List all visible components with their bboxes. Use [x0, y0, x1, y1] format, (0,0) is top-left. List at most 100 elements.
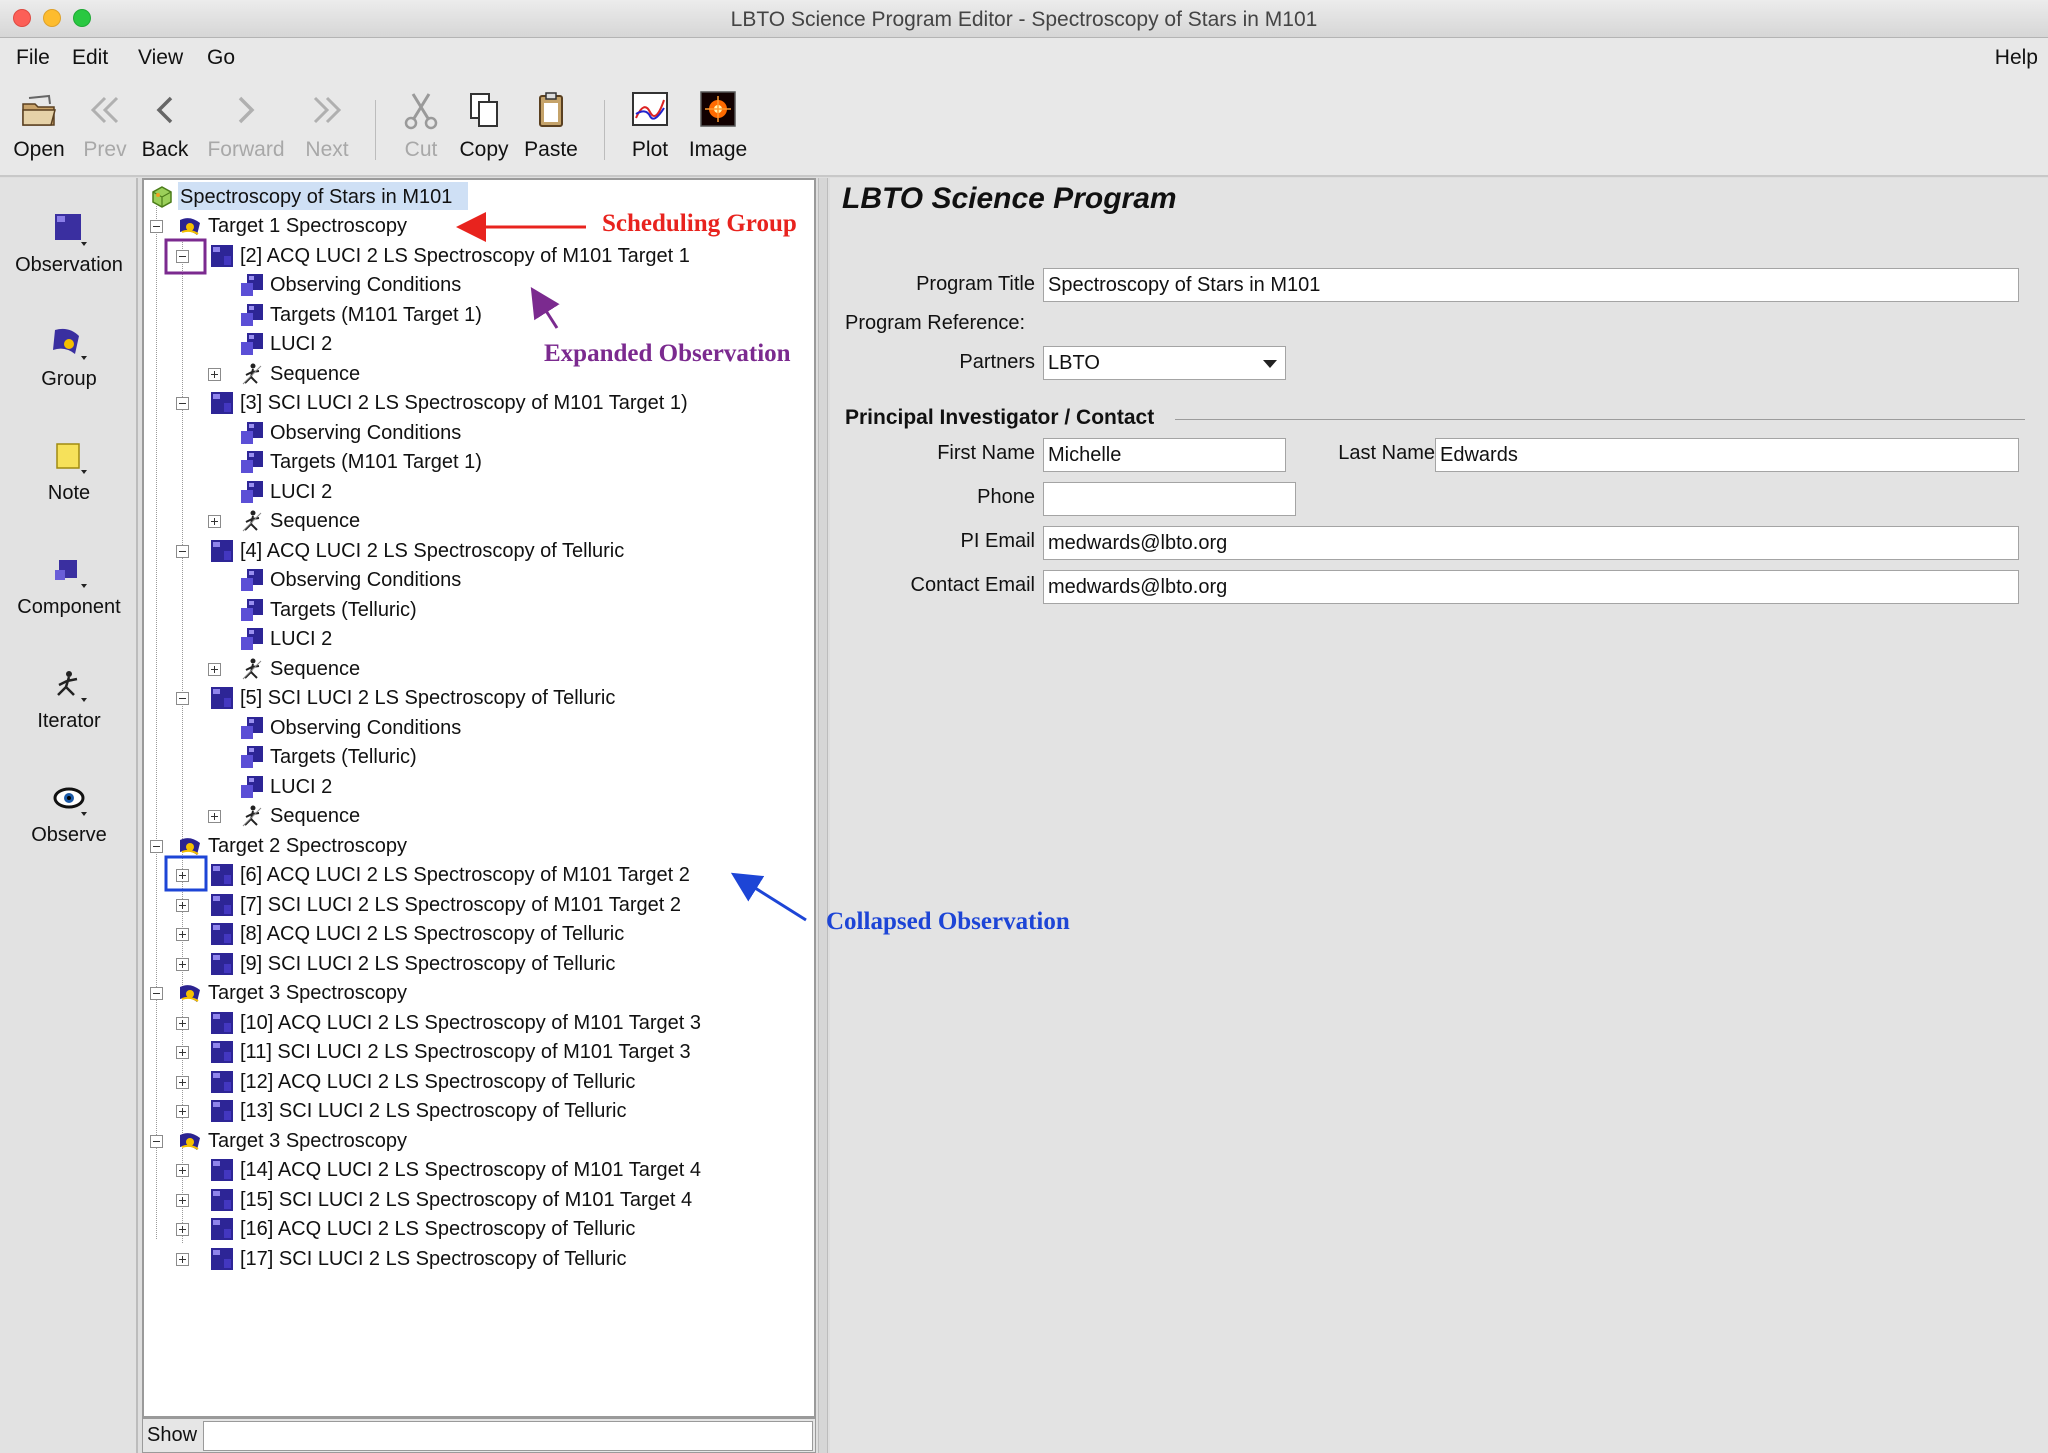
tree-comp-row[interactable]: Targets (M101 Target 1) [144, 447, 814, 477]
collapse-toggle-icon[interactable] [150, 987, 163, 1000]
collapse-toggle-icon[interactable] [176, 397, 189, 410]
tree-seq-row[interactable]: Sequence [144, 801, 814, 831]
tree-comp-row[interactable]: Observing Conditions [144, 270, 814, 300]
menu-view[interactable]: View [138, 46, 183, 70]
collapse-toggle-icon[interactable] [150, 220, 163, 233]
collapse-toggle-icon[interactable] [150, 1134, 163, 1148]
tree-comp-row[interactable]: Observing Conditions [144, 565, 814, 595]
panel-splitter[interactable] [818, 178, 828, 1453]
tree-row-label: Sequence [270, 362, 361, 385]
expand-toggle-icon[interactable] [176, 1105, 189, 1118]
palette-component[interactable]: Component [0, 552, 138, 619]
tree-obs-row[interactable]: [6] ACQ LUCI 2 LS Spectroscopy of M101 T… [144, 860, 814, 890]
tree-obs-row[interactable]: [4] ACQ LUCI 2 LS Spectroscopy of Tellur… [144, 536, 814, 566]
iterator-icon [242, 510, 262, 532]
tree-row-label: [6] ACQ LUCI 2 LS Spectroscopy of M101 T… [240, 864, 690, 886]
expand-toggle-icon[interactable] [176, 1164, 189, 1177]
tree-comp-row[interactable]: LUCI 2 [144, 624, 814, 654]
forward-button[interactable]: Forward [206, 88, 286, 162]
last-name-field[interactable]: Edwards [1435, 438, 2019, 472]
tree-obs-row[interactable]: [2] ACQ LUCI 2 LS Spectroscopy of M101 T… [144, 241, 814, 271]
tree-group-row[interactable]: Target 3 Spectroscopy [144, 978, 814, 1008]
prev-button[interactable]: Prev [80, 88, 130, 162]
expand-toggle-icon[interactable] [176, 898, 189, 912]
tree-obs-row[interactable]: [9] SCI LUCI 2 LS Spectroscopy of Tellur… [144, 949, 814, 979]
tree-comp-row[interactable]: Targets (M101 Target 1) [144, 300, 814, 330]
tree-row-label: Target 1 Spectroscopy [208, 215, 407, 237]
menu-edit[interactable]: Edit [72, 46, 108, 70]
open-button[interactable]: Open [8, 88, 70, 162]
expand-toggle-icon[interactable] [176, 1193, 189, 1207]
collapse-toggle-icon[interactable] [176, 544, 189, 558]
expand-toggle-icon[interactable] [176, 1252, 189, 1266]
tree-comp-row[interactable]: LUCI 2 [144, 772, 814, 802]
show-filter-bar: Show [142, 1418, 816, 1453]
menu-help[interactable]: Help [1995, 46, 2038, 70]
program-title-field[interactable]: Spectroscopy of Stars in M101 [1043, 268, 2019, 302]
expand-toggle-icon[interactable] [176, 1075, 189, 1089]
expand-toggle-icon[interactable] [208, 515, 221, 528]
image-button[interactable]: Image [688, 88, 748, 162]
palette-observe[interactable]: Observe [0, 780, 138, 847]
tree-obs-row[interactable]: [15] SCI LUCI 2 LS Spectroscopy of M101 … [144, 1185, 814, 1215]
palette-note[interactable]: Note [0, 438, 138, 505]
first-name-field[interactable]: Michelle [1043, 438, 1286, 472]
expand-toggle-icon[interactable] [176, 928, 189, 941]
tree-comp-row[interactable]: Targets (Telluric) [144, 742, 814, 772]
tree-obs-row[interactable]: [8] ACQ LUCI 2 LS Spectroscopy of Tellur… [144, 919, 814, 949]
tree-seq-row[interactable]: Sequence [144, 506, 814, 536]
collapse-toggle-icon[interactable] [176, 249, 189, 263]
component-icon [241, 775, 263, 798]
tree-seq-row[interactable]: Sequence [144, 654, 814, 684]
tree-comp-row[interactable]: Targets (Telluric) [144, 595, 814, 625]
next-button[interactable]: Next [300, 88, 354, 162]
menu-file[interactable]: File [16, 46, 50, 70]
tree-comp-row[interactable]: LUCI 2 [144, 477, 814, 507]
tree-obs-row[interactable]: [12] ACQ LUCI 2 LS Spectroscopy of Tellu… [144, 1067, 814, 1097]
tree-obs-row[interactable]: [17] SCI LUCI 2 LS Spectroscopy of Tellu… [144, 1244, 814, 1274]
tree-obs-row[interactable]: [3] SCI LUCI 2 LS Spectroscopy of M101 T… [144, 388, 814, 418]
paste-button[interactable]: Paste [522, 88, 580, 162]
collapse-toggle-icon[interactable] [150, 839, 163, 853]
tree-group-row[interactable]: Target 3 Spectroscopy [144, 1126, 814, 1156]
cut-button[interactable]: Cut [398, 88, 444, 162]
contact-email-field[interactable]: medwards@lbto.org [1043, 570, 2019, 604]
copy-button[interactable]: Copy [456, 88, 512, 162]
tree-obs-row[interactable]: [16] ACQ LUCI 2 LS Spectroscopy of Tellu… [144, 1214, 814, 1244]
tree-obs-row[interactable]: [10] ACQ LUCI 2 LS Spectroscopy of M101 … [144, 1008, 814, 1038]
pi-email-field[interactable]: medwards@lbto.org [1043, 526, 2019, 560]
tree-obs-row[interactable]: [11] SCI LUCI 2 LS Spectroscopy of M101 … [144, 1037, 814, 1067]
tree-comp-row[interactable]: Observing Conditions [144, 713, 814, 743]
tree-root[interactable]: Spectroscopy of Stars in M101 [144, 182, 814, 212]
collapse-toggle-icon[interactable] [176, 692, 189, 705]
back-button[interactable]: Back [140, 88, 190, 162]
expand-toggle-icon[interactable] [176, 957, 189, 971]
expand-toggle-icon[interactable] [208, 367, 221, 381]
expand-toggle-icon[interactable] [176, 1016, 189, 1030]
science-program-form: LBTO Science Program Program Title Spect… [830, 178, 2048, 1453]
partners-select[interactable]: LBTO [1043, 346, 1286, 380]
palette-iterator[interactable]: Iterator [0, 666, 138, 733]
phone-field[interactable] [1043, 482, 1296, 516]
expand-toggle-icon[interactable] [208, 810, 221, 823]
show-filter-input[interactable] [203, 1421, 813, 1451]
palette-group[interactable]: Group [0, 324, 138, 391]
tree-group-row[interactable]: Target 2 Spectroscopy [144, 831, 814, 861]
expand-toggle-icon[interactable] [176, 1223, 189, 1236]
palette-observation[interactable]: Observation [0, 210, 138, 277]
tree-comp-row[interactable]: Observing Conditions [144, 418, 814, 448]
plot-button[interactable]: Plot [626, 88, 674, 162]
menu-go[interactable]: Go [207, 46, 235, 70]
component-icon [241, 274, 263, 296]
expand-toggle-icon[interactable] [208, 662, 221, 676]
expand-toggle-icon[interactable] [176, 869, 189, 882]
program-reference-label: Program Reference: [845, 312, 1026, 334]
component-icon [241, 746, 263, 768]
tree-obs-row[interactable]: [13] SCI LUCI 2 LS Spectroscopy of Tellu… [144, 1096, 814, 1126]
tree-row-label: Target 3 Spectroscopy [208, 982, 407, 1004]
tree-obs-row[interactable]: [7] SCI LUCI 2 LS Spectroscopy of M101 T… [144, 890, 814, 920]
tree-obs-row[interactable]: [5] SCI LUCI 2 LS Spectroscopy of Tellur… [144, 683, 814, 713]
tree-obs-row[interactable]: [14] ACQ LUCI 2 LS Spectroscopy of M101 … [144, 1155, 814, 1185]
expand-toggle-icon[interactable] [176, 1046, 189, 1059]
scissors-icon [404, 93, 438, 130]
